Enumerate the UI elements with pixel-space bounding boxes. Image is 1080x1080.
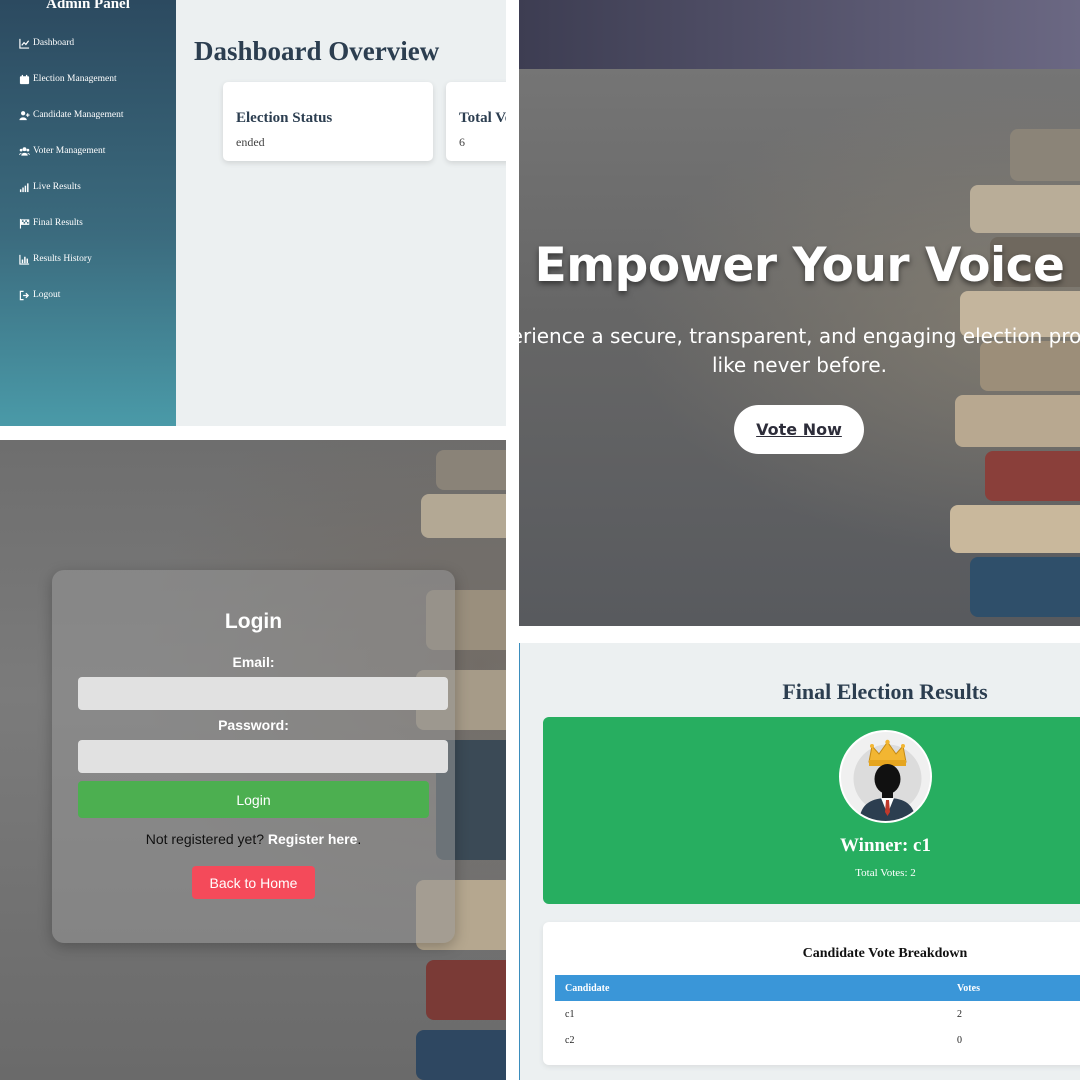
register-prompt: Not registered yet? Register here. — [52, 831, 455, 847]
user-plus-icon — [18, 109, 30, 121]
sidebar-item-dashboard[interactable]: Dashboard — [18, 34, 74, 52]
login-button[interactable]: Login — [78, 781, 429, 818]
column-header-candidate: Candidate — [555, 975, 947, 1001]
stat-card-label: Election Status — [236, 110, 333, 126]
password-field[interactable] — [78, 740, 448, 773]
winner-avatar — [839, 730, 932, 823]
sidebar: Admin Panel Dashboard Election Managemen… — [0, 0, 176, 426]
email-label: Email: — [232, 654, 275, 670]
sidebar-item-label: Voter Management — [33, 146, 106, 156]
hero-navbar — [519, 0, 1080, 69]
hero-subtitle: Experience a secure, transparent, and en… — [519, 322, 1080, 380]
table-row: c2 0 — [555, 1027, 1080, 1053]
king-avatar-icon — [841, 732, 930, 821]
register-link[interactable]: Register here — [268, 831, 357, 847]
chart-bar-icon — [18, 253, 30, 265]
final-results-screenshot: Final Election Results Winner: c1 Total … — [519, 643, 1080, 1080]
vote-breakdown-table: Candidate Votes c1 2 c2 0 — [555, 975, 1080, 1053]
sidebar-item-label: Dashboard — [33, 38, 75, 48]
flag-checkered-icon — [18, 217, 30, 229]
sign-out-icon — [18, 289, 30, 301]
sidebar-item-final-results[interactable]: Final Results — [18, 214, 83, 232]
hero-subtitle-line: like never before. — [711, 353, 888, 377]
stat-card-label: Total Votes — [459, 110, 506, 126]
users-icon — [18, 145, 30, 157]
candidate-cell: c1 — [565, 1008, 575, 1020]
stat-card-election-status: Election Status ended — [223, 82, 433, 161]
calendar-icon — [18, 73, 30, 85]
register-suffix: . — [357, 831, 362, 847]
email-field[interactable] — [78, 677, 448, 710]
stat-card-value: ended — [236, 135, 265, 149]
votes-cell: 0 — [957, 1034, 962, 1046]
votes-cell: 2 — [957, 1008, 962, 1020]
vote-now-button[interactable]: Vote Now — [734, 405, 864, 454]
sidebar-item-label: Final Results — [33, 218, 83, 228]
sidebar-item-label: Live Results — [33, 182, 81, 192]
register-prompt-text: Not registered yet? — [145, 831, 265, 847]
sidebar-item-election-management[interactable]: Election Management — [18, 70, 117, 88]
sidebar-item-logout[interactable]: Logout — [18, 286, 60, 304]
table-row: c1 2 — [555, 1001, 1080, 1027]
hero-title: Empower Your Voice — [534, 238, 1065, 293]
page-title: Dashboard Overview — [194, 36, 440, 66]
column-header-votes: Votes — [947, 975, 1080, 1001]
table-header-row: Candidate Votes — [555, 975, 1080, 1001]
candidate-cell: c2 — [565, 1034, 575, 1046]
sidebar-item-label: Election Management — [33, 74, 117, 84]
sidebar-item-label: Candidate Management — [33, 110, 124, 120]
login-form: Login Email: Password: Login Not registe… — [52, 570, 455, 943]
stat-card-total-votes: Total Votes 6 — [446, 82, 506, 161]
sidebar-item-voter-management[interactable]: Voter Management — [18, 142, 105, 160]
chart-line-icon — [18, 37, 30, 49]
results-title: Final Election Results — [782, 679, 988, 704]
vote-breakdown-card: Candidate Vote Breakdown Candidate Votes… — [543, 922, 1080, 1065]
signal-bars-icon — [18, 181, 30, 193]
sidebar-title: Admin Panel — [46, 0, 130, 12]
landing-hero-screenshot: Empower Your Voice Experience a secure, … — [519, 0, 1080, 626]
sidebar-item-label: Logout — [33, 290, 61, 300]
sidebar-item-live-results[interactable]: Live Results — [18, 178, 81, 196]
sidebar-item-candidate-management[interactable]: Candidate Management — [18, 106, 123, 124]
hero-subtitle-line: Experience a secure, transparent, and en… — [519, 324, 1080, 348]
admin-dashboard-screenshot: Admin Panel Dashboard Election Managemen… — [0, 0, 506, 426]
login-title: Login — [224, 610, 283, 633]
stat-card-value: 6 — [459, 135, 465, 149]
winner-name: Winner: c1 — [840, 835, 931, 856]
winner-total-votes: Total Votes: 2 — [855, 867, 916, 879]
sidebar-item-results-history[interactable]: Results History — [18, 250, 92, 268]
breakdown-title: Candidate Vote Breakdown — [802, 946, 968, 961]
login-screenshot: Login Email: Password: Login Not registe… — [0, 440, 506, 1080]
sidebar-item-label: Results History — [33, 254, 92, 264]
winner-card: Winner: c1 Total Votes: 2 — [543, 717, 1080, 904]
back-to-home-button[interactable]: Back to Home — [192, 866, 315, 899]
password-label: Password: — [218, 717, 289, 733]
